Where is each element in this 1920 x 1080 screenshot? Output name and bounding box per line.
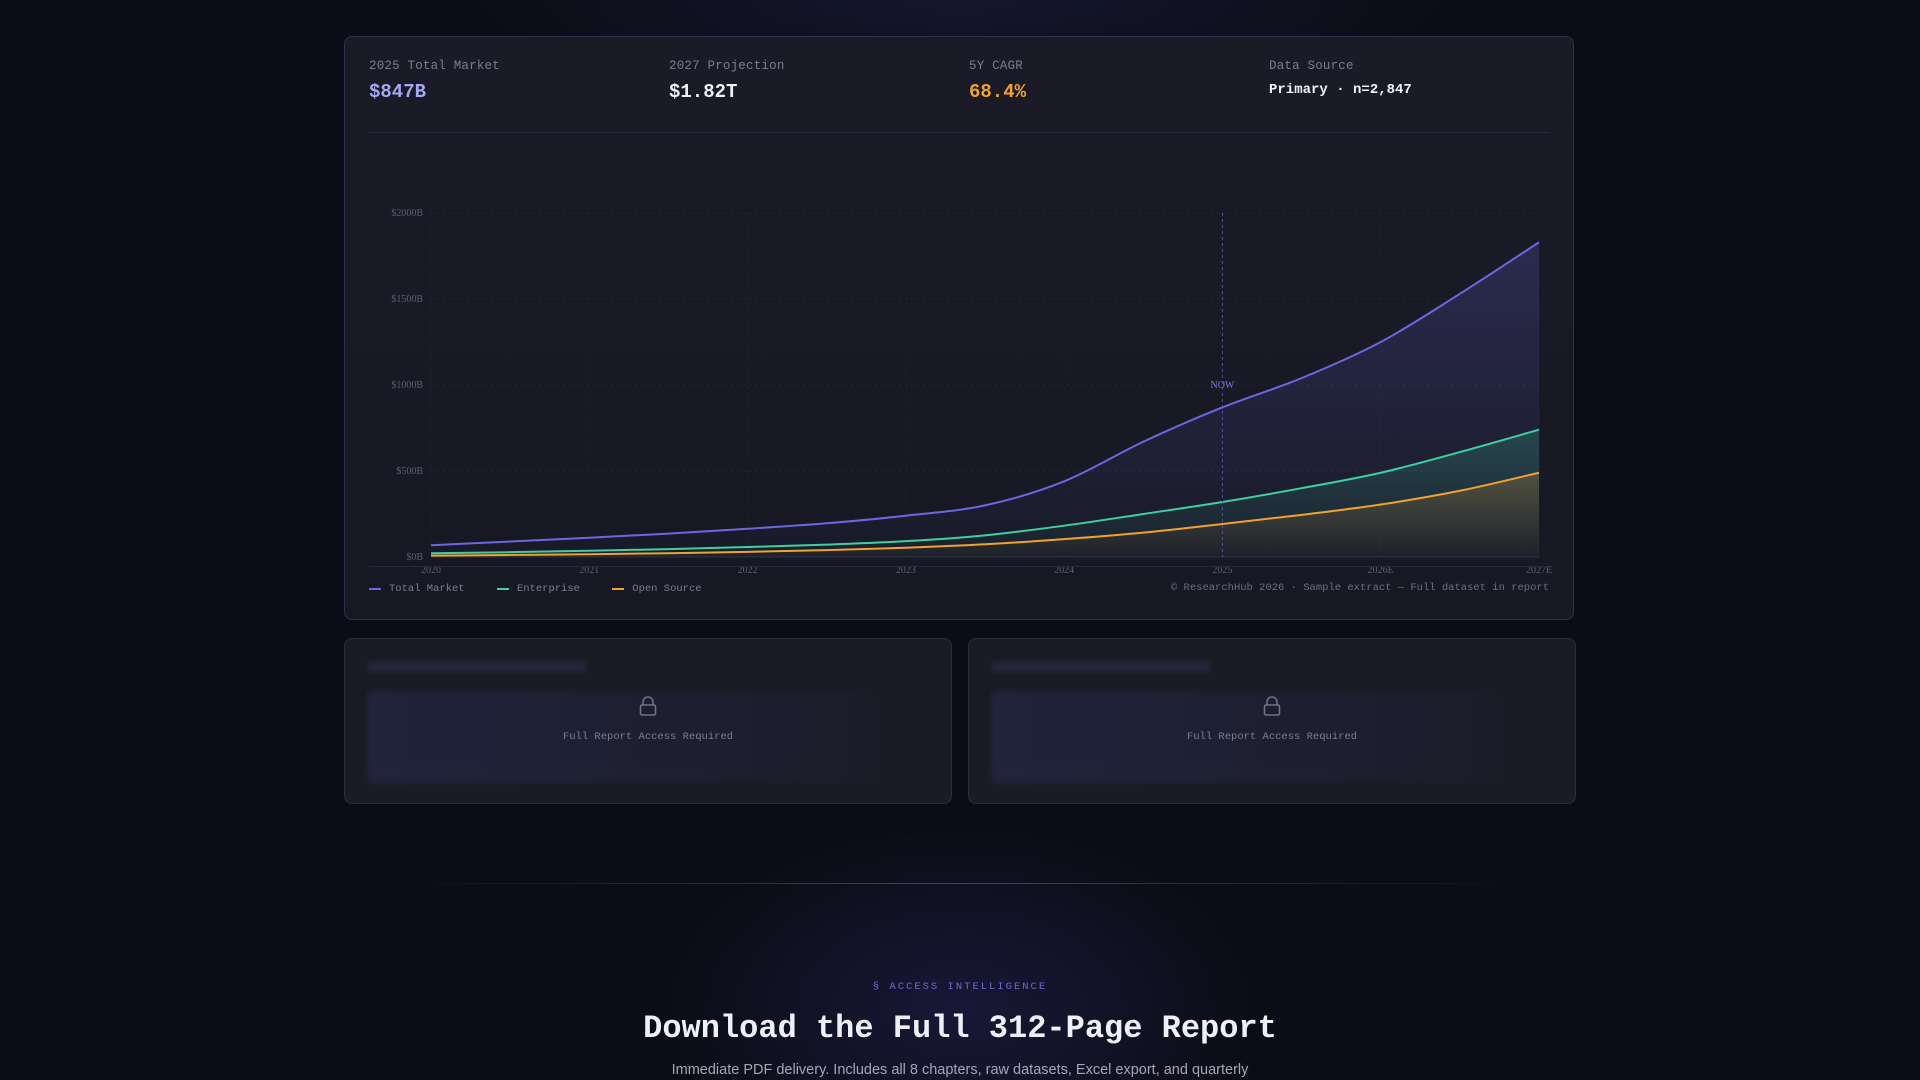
lock-icon: [639, 696, 657, 716]
stat-label: Data Source: [1269, 59, 1354, 73]
legend-swatch: [496, 588, 509, 590]
y-tick-label: $1500B: [391, 294, 423, 305]
legend-item-total-market: Total Market: [369, 583, 465, 595]
stat-value: $1.82T: [669, 81, 738, 103]
stat-value: $847B: [369, 81, 427, 103]
stats-row: 2025 Total Market $847B 2027 Projection …: [369, 59, 1549, 119]
y-tick-label: $0B: [406, 552, 423, 563]
stat-label: 5Y CAGR: [969, 59, 1023, 73]
blurred-title: [991, 661, 1211, 673]
locked-panel[interactable]: Full Report Access Required: [344, 638, 952, 804]
stats-divider: [369, 132, 1549, 133]
stat-label: 2027 Projection: [669, 59, 785, 73]
legend-label: Open Source: [632, 583, 702, 595]
cta-title: Download the Full 312-Page Report: [643, 1010, 1277, 1047]
locked-message: Full Report Access Required: [562, 731, 734, 743]
stat-label: 2025 Total Market: [369, 59, 500, 73]
legend-item-enterprise: Enterprise: [496, 583, 580, 595]
chart-legend: Total Market Enterprise Open Source: [369, 582, 728, 595]
stat-total-market: 2025 Total Market $847B: [369, 59, 649, 103]
lock-icon: [1263, 696, 1281, 716]
legend-item-open-source: Open Source: [612, 583, 702, 595]
y-tick-label: $2000B: [391, 208, 423, 219]
y-tick-label: $1000B: [391, 380, 423, 391]
y-tick-label: $500B: [396, 466, 423, 477]
legend-label: Enterprise: [516, 583, 580, 595]
legend-swatch: [369, 588, 381, 590]
stat-value: 68.4%: [969, 81, 1027, 103]
cta-kicker: § ACCESS INTELLIGENCE: [872, 981, 1048, 993]
stat-value: Primary · n=2,847: [1269, 82, 1412, 98]
now-marker-label: NOW: [1210, 380, 1234, 391]
locked-panel[interactable]: Full Report Access Required: [968, 638, 1576, 804]
legend-swatch: [612, 588, 625, 590]
locked-message: Full Report Access Required: [1186, 731, 1358, 743]
section-divider: [400, 883, 1520, 884]
blurred-title: [367, 661, 587, 673]
market-area-chart: $0B$500B$1000B$1500B$2000B2020 2021 2022 20…: [391, 208, 1552, 576]
market-chart-card: 2025 Total Market $847B 2027 Projection …: [344, 36, 1574, 620]
stat-data-source: Data Source Primary · n=2,847: [1269, 59, 1549, 98]
chart-copyright: © ResearchHub 2026 · Sample extract — Fu…: [1170, 582, 1549, 594]
legend-divider: [369, 566, 1549, 567]
stat-projection: 2027 Projection $1.82T: [669, 59, 949, 103]
cta-subtitle: Immediate PDF delivery. Includes all 8 c…: [671, 1062, 1249, 1078]
stat-cagr: 5Y CAGR 68.4%: [969, 59, 1249, 103]
legend-label: Total Market: [389, 583, 465, 595]
